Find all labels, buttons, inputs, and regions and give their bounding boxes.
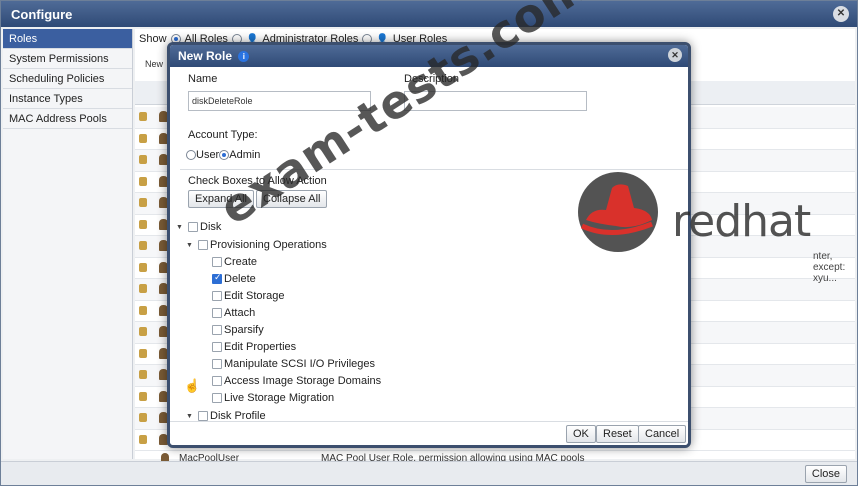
- tree-node-sparsify: Sparsify: [212, 324, 264, 336]
- live-migration-label: Live Storage Migration: [224, 392, 335, 404]
- disk-profile-checkbox[interactable]: [198, 411, 208, 421]
- disk-checkbox[interactable]: [188, 222, 198, 232]
- sparsify-checkbox[interactable]: [212, 325, 222, 335]
- disk-label: Disk: [200, 221, 222, 233]
- tree-node-live-migration: Live Storage Migration: [212, 392, 334, 404]
- close-button[interactable]: Close: [804, 465, 847, 483]
- expand-triangle-icon[interactable]: ▼: [186, 242, 198, 249]
- section-divider: [180, 169, 688, 170]
- check-boxes-label: Check Boxes to Allow Action: [188, 175, 327, 187]
- configure-title-bar: Configure ✕: [1, 1, 857, 27]
- expand-triangle-icon[interactable]: ▼: [186, 413, 198, 420]
- lock-icon: [139, 391, 147, 401]
- provisioning-checkbox[interactable]: [198, 240, 208, 250]
- show-label: Show: [139, 33, 167, 45]
- account-type-options: User Admin: [186, 149, 260, 161]
- lock-icon: [139, 112, 147, 121]
- lock-icon: [139, 176, 147, 186]
- access-image-label: Access Image Storage Domains: [224, 375, 382, 387]
- tree-node-edit-properties: Edit Properties: [212, 341, 296, 353]
- description-input[interactable]: [404, 91, 587, 111]
- provisioning-label: Provisioning Operations: [210, 239, 327, 251]
- expand-all-button[interactable]: Expand All: [188, 190, 254, 208]
- tree-node-attach: Attach: [212, 307, 255, 319]
- lock-icon: [139, 434, 147, 444]
- lock-icon: [139, 284, 147, 293]
- account-type-label: Account Type:: [188, 129, 258, 141]
- configure-sidebar: Roles System Permissions Scheduling Poli…: [3, 29, 133, 459]
- lock-icon: [139, 262, 147, 272]
- lock-icon: [139, 370, 147, 379]
- account-admin-label[interactable]: Admin: [229, 149, 260, 161]
- new-role-button[interactable]: New: [145, 59, 163, 69]
- tree-node-access-image: Access Image Storage Domains: [212, 375, 381, 387]
- configure-footer: Close: [1, 461, 857, 485]
- description-label: Description: [404, 73, 460, 85]
- name-label: Name: [188, 73, 218, 85]
- dialog-close-icon[interactable]: ✕: [668, 48, 682, 62]
- tree-node-edit-storage: Edit Storage: [212, 290, 285, 302]
- new-role-dialog: New Role i ✕ Name Description Account Ty…: [167, 42, 691, 448]
- sidebar-item-mac-address-pools[interactable]: MAC Address Pools: [3, 109, 132, 129]
- scsi-checkbox[interactable]: [212, 359, 222, 369]
- expand-triangle-icon[interactable]: ▼: [176, 224, 188, 231]
- tree-node-disk: ▼ Disk: [176, 221, 221, 233]
- lock-icon: [139, 305, 147, 315]
- info-icon[interactable]: i: [238, 51, 250, 63]
- account-user-radio[interactable]: [186, 150, 196, 160]
- create-checkbox[interactable]: [212, 257, 222, 267]
- edit-storage-label: Edit Storage: [224, 290, 285, 302]
- scsi-label: Manipulate SCSI I/O Privileges: [224, 358, 376, 370]
- tree-node-delete: Delete: [212, 272, 256, 285]
- sidebar-item-system-permissions[interactable]: System Permissions: [3, 49, 132, 69]
- dialog-footer: OK Reset Cancel: [170, 421, 688, 445]
- lock-icon: [139, 219, 147, 229]
- lock-icon: [139, 327, 147, 336]
- tree-node-scsi: Manipulate SCSI I/O Privileges: [212, 358, 375, 370]
- configure-title: Configure: [11, 7, 73, 22]
- sparsify-label: Sparsify: [224, 324, 264, 336]
- create-label: Create: [224, 256, 258, 268]
- disk-profile-label: Disk Profile: [210, 410, 266, 421]
- permissions-tree: ▼ Disk ▼ Provisioning Operations Create …: [176, 221, 676, 421]
- edit-properties-checkbox[interactable]: [212, 342, 222, 352]
- cancel-button[interactable]: Cancel: [638, 425, 687, 443]
- name-input[interactable]: [188, 91, 371, 111]
- lock-icon: [139, 133, 147, 143]
- collapse-all-button[interactable]: Collapse All: [256, 190, 328, 208]
- dialog-title: New Role: [178, 49, 233, 63]
- tree-node-create: Create: [212, 256, 257, 268]
- live-migration-checkbox[interactable]: [212, 393, 222, 403]
- lock-icon: [139, 413, 147, 422]
- tree-node-disk-profile: ▼ Disk Profile: [186, 410, 266, 421]
- tree-node-provisioning: ▼ Provisioning Operations: [186, 239, 327, 251]
- edit-properties-label: Edit Properties: [224, 341, 297, 353]
- sidebar-item-scheduling-policies[interactable]: Scheduling Policies: [3, 69, 132, 89]
- sidebar-item-instance-types[interactable]: Instance Types: [3, 89, 132, 109]
- access-image-checkbox[interactable]: [212, 376, 222, 386]
- reset-button[interactable]: Reset: [596, 425, 639, 443]
- sidebar-item-roles[interactable]: Roles: [3, 29, 132, 49]
- lock-icon: [139, 198, 147, 207]
- mouse-pointer-icon: ☝: [184, 378, 201, 393]
- lock-icon: [139, 348, 147, 358]
- delete-label: Delete: [224, 273, 256, 285]
- row-description-partial: nter, except: xyu...: [813, 251, 846, 284]
- attach-checkbox[interactable]: [212, 308, 222, 318]
- attach-label: Attach: [224, 307, 256, 319]
- dialog-title-bar: New Role i ✕: [170, 45, 688, 67]
- account-user-label[interactable]: User: [196, 149, 219, 161]
- lock-icon: [139, 155, 147, 164]
- delete-checkbox[interactable]: [212, 272, 222, 284]
- account-admin-radio[interactable]: [219, 150, 230, 160]
- lock-icon: [139, 241, 147, 250]
- edit-storage-checkbox[interactable]: [212, 291, 222, 301]
- configure-close-icon[interactable]: ✕: [833, 6, 849, 22]
- ok-button[interactable]: OK: [566, 425, 596, 443]
